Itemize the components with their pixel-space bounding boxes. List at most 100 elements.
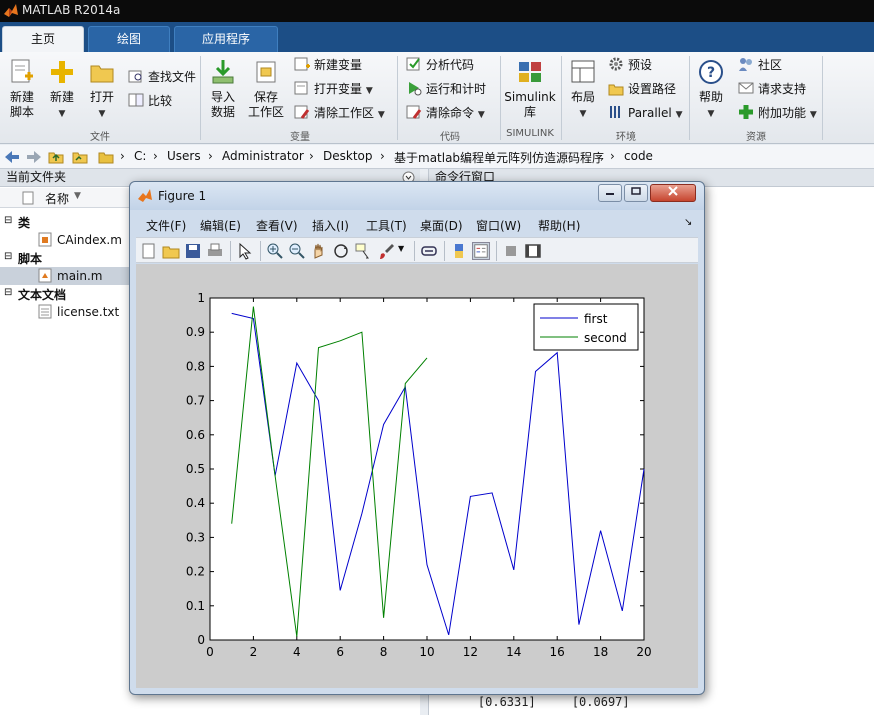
open-file-icon[interactable] bbox=[162, 242, 180, 260]
run-and-time-button[interactable]: 运行和计时 bbox=[406, 80, 486, 100]
rotate-3d-icon[interactable] bbox=[332, 242, 350, 260]
y-tick-label: 1 bbox=[197, 291, 205, 305]
tab-apps[interactable]: 应用程序 bbox=[174, 26, 278, 52]
dock-arrow-icon[interactable]: ↘ bbox=[684, 217, 692, 228]
open-button[interactable]: 打开 ▼ bbox=[84, 58, 120, 122]
print-figure-icon[interactable] bbox=[206, 242, 224, 260]
file-license[interactable]: license.txt bbox=[57, 305, 119, 319]
ribbon-separator bbox=[561, 56, 562, 140]
text-file-icon bbox=[38, 304, 52, 319]
y-tick-label: 0.8 bbox=[186, 359, 205, 373]
collapse-icon[interactable]: ⊟ bbox=[4, 251, 12, 262]
set-path-label: 设置路径 bbox=[628, 82, 677, 96]
clear-commands-button[interactable]: 清除命令 ▼ bbox=[406, 104, 485, 124]
zoom-out-icon[interactable] bbox=[288, 242, 306, 260]
close-button[interactable] bbox=[650, 184, 696, 202]
compare-icon bbox=[128, 93, 144, 107]
browse-folder-icon[interactable] bbox=[72, 149, 88, 165]
collapse-icon[interactable]: ⊟ bbox=[4, 215, 12, 226]
path-separator-icon: › bbox=[610, 149, 615, 163]
new-variable-button[interactable]: 新建变量 bbox=[294, 56, 362, 76]
add-ons-caret: ▼ bbox=[809, 110, 817, 120]
parallel-caret: ▼ bbox=[675, 110, 683, 120]
layout-button[interactable]: 布局 ▼ bbox=[566, 58, 600, 122]
toolbar-separator bbox=[414, 241, 415, 261]
forward-arrow-icon[interactable] bbox=[26, 149, 42, 165]
breadcrumb-desktop[interactable]: Desktop bbox=[323, 149, 373, 163]
new-button[interactable]: 新建 ▼ bbox=[44, 58, 80, 122]
breadcrumb-administrator[interactable]: Administrator bbox=[222, 149, 304, 163]
breadcrumb-project[interactable]: 基于matlab编程单元阵列仿造源码程序 bbox=[394, 149, 604, 166]
open-variable-button[interactable]: 打开变量 ▼ bbox=[294, 80, 373, 100]
show-plot-tools-icon[interactable] bbox=[524, 242, 542, 260]
analyze-code-button[interactable]: 分析代码 bbox=[406, 56, 474, 76]
figure-canvas[interactable]: 0 2 4 6 8 10 12 14 16 18 20 0 0.1 0.2 0.3 0.4 0.5 0.6 0.7 0… bbox=[136, 264, 698, 688]
toolbar-separator bbox=[260, 241, 261, 261]
edit-plot-arrow-icon[interactable] bbox=[236, 242, 254, 260]
toolbar-separator bbox=[230, 241, 231, 261]
menu-file[interactable]: 文件(F) bbox=[146, 217, 186, 234]
menu-window[interactable]: 窗口(W) bbox=[476, 217, 521, 234]
zoom-in-icon[interactable] bbox=[266, 242, 284, 260]
section-classes[interactable]: 类 bbox=[18, 214, 30, 231]
data-cursor-icon[interactable] bbox=[354, 242, 372, 260]
save-workspace-button[interactable]: 保存 工作区 bbox=[246, 58, 286, 120]
tab-plots[interactable]: 绘图 bbox=[88, 26, 170, 52]
add-ons-label: 附加功能 bbox=[758, 106, 807, 120]
clear-workspace-button[interactable]: 清除工作区 ▼ bbox=[294, 104, 385, 124]
compare-button[interactable]: 比较 bbox=[128, 92, 172, 112]
link-plot-icon[interactable] bbox=[420, 242, 438, 260]
menu-tools[interactable]: 工具(T) bbox=[366, 217, 407, 234]
brush-icon[interactable] bbox=[378, 242, 396, 260]
simulink-library-button[interactable]: Simulink 库 bbox=[504, 58, 556, 120]
brush-dropdown-caret[interactable]: ▼ bbox=[398, 244, 404, 253]
ribbon-separator bbox=[200, 56, 201, 140]
find-files-button[interactable]: 查找文件 bbox=[128, 68, 196, 88]
menu-insert[interactable]: 插入(I) bbox=[312, 217, 349, 234]
minimize-button[interactable] bbox=[598, 184, 622, 202]
hide-plot-tools-icon[interactable] bbox=[502, 242, 520, 260]
breadcrumb-code[interactable]: code bbox=[624, 149, 653, 163]
minimize-icon bbox=[606, 193, 614, 195]
collapse-icon[interactable]: ⊟ bbox=[4, 287, 12, 298]
tab-home[interactable]: 主页 bbox=[2, 26, 84, 52]
new-script-button[interactable]: 新建 脚本 bbox=[4, 58, 40, 120]
file-caindex[interactable]: CAindex.m bbox=[57, 233, 122, 247]
menu-view[interactable]: 查看(V) bbox=[256, 217, 298, 234]
x-tick-label: 16 bbox=[550, 645, 565, 659]
breadcrumb-users[interactable]: Users bbox=[167, 149, 201, 163]
toolbar-separator bbox=[496, 241, 497, 261]
add-ons-button[interactable]: 附加功能 ▼ bbox=[738, 104, 817, 124]
section-scripts[interactable]: 脚本 bbox=[18, 250, 42, 267]
menu-edit[interactable]: 编辑(E) bbox=[200, 217, 241, 234]
run-and-time-label: 运行和计时 bbox=[426, 82, 487, 96]
script-file-icon bbox=[38, 268, 52, 283]
pan-hand-icon[interactable] bbox=[310, 242, 328, 260]
help-button[interactable]: ? 帮助 ▼ bbox=[694, 58, 728, 122]
x-tick-label: 18 bbox=[593, 645, 608, 659]
menu-help[interactable]: 帮助(H) bbox=[538, 217, 580, 234]
name-column-label: 名称 bbox=[45, 192, 70, 206]
insert-legend-icon[interactable] bbox=[472, 242, 490, 260]
figure-window[interactable]: Figure 1 文件(F) 编辑(E) 查看(V) 插入(I) 工具(T) 桌… bbox=[129, 181, 705, 695]
parallel-button[interactable]: Parallel ▼ bbox=[608, 104, 682, 124]
set-path-button[interactable]: 设置路径 bbox=[608, 80, 676, 100]
back-arrow-icon[interactable] bbox=[4, 149, 20, 165]
new-figure-icon[interactable] bbox=[140, 242, 158, 260]
up-folder-icon[interactable] bbox=[48, 149, 64, 165]
community-button[interactable]: 社区 bbox=[738, 56, 782, 76]
file-main[interactable]: main.m bbox=[57, 269, 103, 283]
insert-colorbar-icon[interactable] bbox=[450, 242, 468, 260]
path-separator-icon: › bbox=[153, 149, 158, 163]
import-data-button[interactable]: 导入 数据 bbox=[205, 58, 241, 120]
section-text-documents[interactable]: 文本文档 bbox=[18, 286, 66, 303]
breadcrumb-c[interactable]: C: bbox=[134, 149, 146, 163]
save-figure-icon[interactable] bbox=[184, 242, 202, 260]
line-plot[interactable]: 0 2 4 6 8 10 12 14 16 18 20 0 0.1 0.2 0.3 0.4 0.5 0.6 0.7 0… bbox=[136, 264, 698, 688]
maximize-button[interactable] bbox=[624, 184, 648, 202]
preferences-button[interactable]: 预设 bbox=[608, 56, 652, 76]
menu-desktop[interactable]: 桌面(D) bbox=[420, 217, 463, 234]
legend-label: second bbox=[584, 331, 627, 345]
figure-title-bar[interactable]: Figure 1 bbox=[130, 182, 704, 210]
request-support-button[interactable]: 请求支持 bbox=[738, 80, 806, 100]
